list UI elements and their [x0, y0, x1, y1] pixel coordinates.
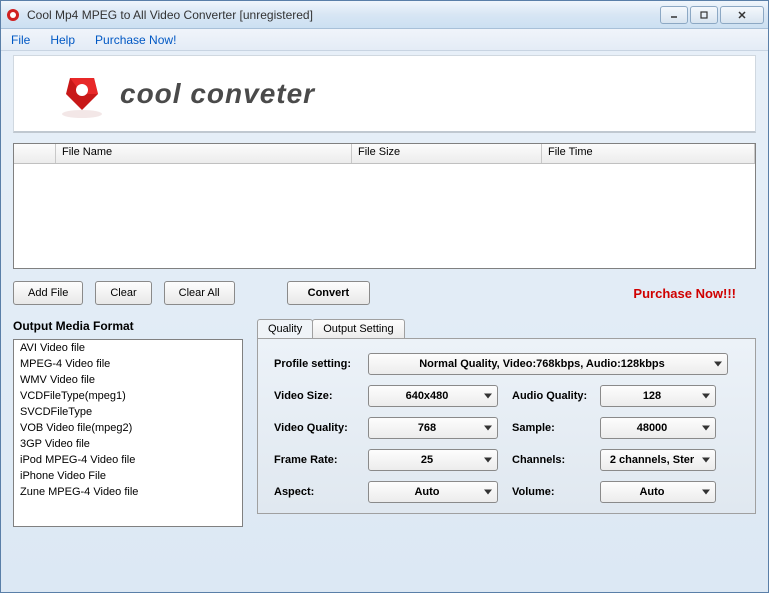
- file-table: File Name File Size File Time: [13, 143, 756, 269]
- minimize-button[interactable]: [660, 6, 688, 24]
- logo-icon: [56, 68, 108, 120]
- tab-quality[interactable]: Quality: [257, 319, 313, 338]
- audio-quality-combo[interactable]: 128: [600, 385, 716, 407]
- format-item[interactable]: Zune MPEG-4 Video file: [14, 484, 242, 500]
- clear-button[interactable]: Clear: [95, 281, 151, 305]
- format-item[interactable]: 3GP Video file: [14, 436, 242, 452]
- lower-panels: Output Media Format AVI Video file MPEG-…: [13, 319, 756, 580]
- file-table-header: File Name File Size File Time: [14, 144, 755, 164]
- format-item[interactable]: VOB Video file(mpeg2): [14, 420, 242, 436]
- volume-combo[interactable]: Auto: [600, 481, 716, 503]
- window-title: Cool Mp4 MPEG to All Video Converter [un…: [27, 8, 660, 22]
- quality-tab-body: Profile setting: Normal Quality, Video:7…: [257, 338, 756, 514]
- menu-file[interactable]: File: [7, 31, 34, 49]
- menubar: File Help Purchase Now!: [1, 29, 768, 51]
- tabs: Quality Output Setting: [257, 319, 756, 338]
- app-window: Cool Mp4 MPEG to All Video Converter [un…: [0, 0, 769, 593]
- video-quality-label: Video Quality:: [274, 422, 368, 434]
- format-title: Output Media Format: [13, 319, 243, 333]
- frame-rate-combo[interactable]: 25: [368, 449, 498, 471]
- col-filename[interactable]: File Name: [56, 144, 352, 163]
- purchase-link[interactable]: Purchase Now!!!: [633, 286, 736, 301]
- video-size-label: Video Size:: [274, 390, 368, 402]
- add-file-button[interactable]: Add File: [13, 281, 83, 305]
- clear-all-button[interactable]: Clear All: [164, 281, 235, 305]
- tab-output-setting[interactable]: Output Setting: [312, 319, 404, 338]
- col-filesize[interactable]: File Size: [352, 144, 542, 163]
- format-item[interactable]: MPEG-4 Video file: [14, 356, 242, 372]
- col-filetime[interactable]: File Time: [542, 144, 755, 163]
- app-icon: [5, 7, 21, 23]
- format-panel: Output Media Format AVI Video file MPEG-…: [13, 319, 243, 580]
- frame-rate-row: Frame Rate: 25 Channels: 2 channels, Ste…: [274, 449, 739, 471]
- content-area: cool conveter File Name File Size File T…: [1, 51, 768, 592]
- video-quality-row: Video Quality: 768 Sample: 48000: [274, 417, 739, 439]
- convert-button[interactable]: Convert: [287, 281, 371, 305]
- format-item[interactable]: AVI Video file: [14, 340, 242, 356]
- maximize-button[interactable]: [690, 6, 718, 24]
- frame-rate-label: Frame Rate:: [274, 454, 368, 466]
- sample-label: Sample:: [512, 422, 600, 434]
- sample-combo[interactable]: 48000: [600, 417, 716, 439]
- aspect-row: Aspect: Auto Volume: Auto: [274, 481, 739, 503]
- aspect-label: Aspect:: [274, 486, 368, 498]
- col-checkbox[interactable]: [14, 144, 56, 163]
- format-item[interactable]: WMV Video file: [14, 372, 242, 388]
- channels-label: Channels:: [512, 454, 600, 466]
- menu-purchase[interactable]: Purchase Now!: [91, 31, 180, 49]
- profile-row: Profile setting: Normal Quality, Video:7…: [274, 353, 739, 375]
- video-size-row: Video Size: 640x480 Audio Quality: 128: [274, 385, 739, 407]
- video-quality-combo[interactable]: 768: [368, 417, 498, 439]
- logo-text: cool conveter: [120, 78, 315, 110]
- format-list[interactable]: AVI Video file MPEG-4 Video file WMV Vid…: [13, 339, 243, 527]
- format-item[interactable]: iPhone Video File: [14, 468, 242, 484]
- titlebar[interactable]: Cool Mp4 MPEG to All Video Converter [un…: [1, 1, 768, 29]
- format-item[interactable]: SVCDFileType: [14, 404, 242, 420]
- close-button[interactable]: [720, 6, 764, 24]
- format-item[interactable]: VCDFileType(mpeg1): [14, 388, 242, 404]
- audio-quality-label: Audio Quality:: [512, 390, 600, 402]
- logo-area: cool conveter: [13, 55, 756, 133]
- file-table-body[interactable]: [14, 164, 755, 268]
- channels-combo[interactable]: 2 channels, Ster: [600, 449, 716, 471]
- settings-panel: Quality Output Setting Profile setting: …: [257, 319, 756, 580]
- menu-help[interactable]: Help: [46, 31, 79, 49]
- aspect-combo[interactable]: Auto: [368, 481, 498, 503]
- window-controls: [660, 6, 764, 24]
- profile-label: Profile setting:: [274, 358, 368, 370]
- video-size-combo[interactable]: 640x480: [368, 385, 498, 407]
- volume-label: Volume:: [512, 486, 600, 498]
- format-item[interactable]: iPod MPEG-4 Video file: [14, 452, 242, 468]
- action-row: Add File Clear Clear All Convert Purchas…: [13, 281, 756, 305]
- profile-combo[interactable]: Normal Quality, Video:768kbps, Audio:128…: [368, 353, 728, 375]
